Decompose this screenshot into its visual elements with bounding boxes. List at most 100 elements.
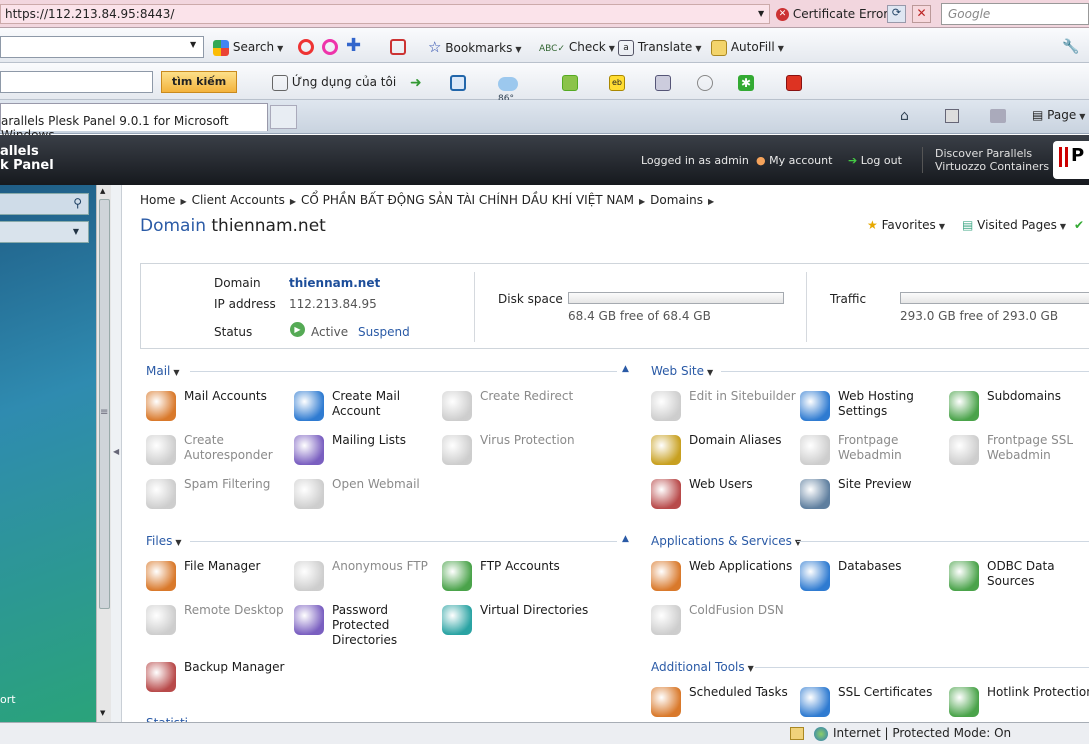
mail-accounts-item[interactable]: Mail Accounts [146, 389, 296, 429]
collapse-files-icon[interactable]: ▲ [622, 534, 629, 544]
home-icon[interactable]: ⌂ [900, 108, 909, 124]
web-applications-item[interactable]: Web Applications [651, 559, 801, 599]
favorites-label: Favorites [881, 218, 936, 232]
nav-search-input[interactable]: ⚲ [0, 193, 89, 215]
refresh-icon[interactable]: ⟳ [887, 5, 906, 23]
web-users-item[interactable]: Web Users [651, 477, 801, 517]
mailing-lists-item[interactable]: Mailing Lists [294, 433, 444, 473]
ebay-icon[interactable]: eb [609, 75, 625, 91]
hotlink-protection-item[interactable]: Hotlink Protection [949, 685, 1089, 725]
info-divider-2 [806, 272, 807, 342]
games-icon[interactable] [562, 75, 578, 91]
domain-aliases-item[interactable]: Domain Aliases [651, 433, 801, 473]
arrow-icon[interactable]: ➜ [410, 75, 426, 91]
security-lock-icon[interactable] [790, 727, 804, 740]
suspend-link[interactable]: Suspend [358, 325, 410, 339]
bookmarks-button[interactable]: ☆ Bookmarks ▼ [428, 39, 521, 58]
odbc-data-sources-item[interactable]: ODBC Data Sources [949, 559, 1089, 599]
print-icon[interactable] [990, 109, 1006, 123]
dice-icon[interactable] [786, 75, 802, 91]
toolbar-search-field[interactable] [0, 36, 204, 58]
toolbar-search-button[interactable]: Search ▼ [213, 39, 283, 57]
breadcrumb-client[interactable]: CỔ PHẦN BẤT ĐỘNG SẢN TÀI CHÍNH DẦU KHÍ V… [301, 193, 634, 207]
web-hosting-settings-icon [800, 391, 830, 421]
weather-icon[interactable]: 86° [498, 71, 532, 104]
databases-item[interactable]: Databases [800, 559, 950, 599]
create-mail-account-item[interactable]: Create Mail Account [294, 389, 444, 429]
scheduled-tasks-item[interactable]: Scheduled Tasks [651, 685, 801, 725]
status-value: Active [311, 325, 349, 339]
search-engine-input[interactable]: Google [941, 3, 1089, 25]
section-tools-toggle[interactable]: Additional Tools ▼ [651, 660, 754, 674]
vn-search-button[interactable]: tìm kiếm [161, 71, 237, 93]
web-users-icon [651, 479, 681, 509]
hotlink-protection-icon [949, 687, 979, 717]
section-mail-divider [190, 371, 617, 372]
my-account-link[interactable]: ● My account [756, 154, 832, 167]
coldfusion-dsn-label: ColdFusion DSN [689, 603, 784, 617]
web-hosting-settings-label: Web Hosting Settings [838, 389, 914, 418]
favorites-button[interactable]: ★ Favorites ▼ [867, 218, 945, 232]
subdomains-item[interactable]: Subdomains [949, 389, 1089, 429]
plus-icon[interactable]: ✚ [346, 37, 362, 55]
browser-tab-plesk[interactable]: arallels Plesk Panel 9.0.1 for Microsoft… [0, 103, 268, 142]
translate-button[interactable]: a Translate ▼ [618, 39, 701, 57]
section-files-toggle[interactable]: Files ▼ [146, 534, 182, 548]
discover-link[interactable]: Discover Parallels Virtuozzo Containers [935, 147, 1049, 173]
vn-search-input[interactable] [0, 71, 153, 93]
section-website-toggle[interactable]: Web Site ▼ [651, 364, 713, 378]
chevron-down-icon: ▼ [72, 227, 79, 236]
file-manager-item[interactable]: File Manager [146, 559, 296, 599]
section-mail-toggle[interactable]: Mail ▼ [146, 364, 180, 378]
puzzle-icon[interactable]: ✱ [738, 75, 754, 91]
password-protected-directories-item[interactable]: Password Protected Directories [294, 603, 444, 647]
feeds-icon[interactable] [945, 109, 959, 123]
nav-scrollbar[interactable]: ▲ ▼ [96, 185, 111, 722]
breadcrumb-client-accounts[interactable]: Client Accounts [192, 193, 285, 207]
shield-icon[interactable] [655, 75, 671, 91]
smiley-icon[interactable] [697, 75, 713, 91]
breadcrumb-domains[interactable]: Domains [650, 193, 703, 207]
web-hosting-settings-item[interactable]: Web Hosting Settings [800, 389, 950, 429]
virtual-directories-item[interactable]: Virtual Directories [442, 603, 592, 643]
stop-icon[interactable]: ✕ [912, 5, 931, 23]
autofill-button[interactable]: AutoFill ▼ [711, 39, 784, 57]
ssl-certificates-item[interactable]: SSL Certificates [800, 685, 950, 725]
logout-arrow-icon: ➔ [848, 154, 858, 167]
breadcrumb-home[interactable]: Home [140, 193, 175, 207]
mail-icon[interactable] [450, 75, 466, 91]
panel-splitter[interactable]: ◀ ≡ [100, 185, 122, 722]
log-out-link[interactable]: ➔ Log out [848, 154, 902, 167]
backup-manager-item[interactable]: Backup Manager [146, 660, 296, 700]
new-tab-button[interactable] [270, 105, 297, 129]
scrollbar-thumb[interactable] [99, 199, 110, 609]
frontpage-webadmin-item: Frontpage Webadmin [800, 433, 950, 473]
apps-icon [272, 74, 288, 91]
site-preview-item[interactable]: Site Preview [800, 477, 950, 517]
domain-value-link[interactable]: thiennam.net [289, 276, 380, 290]
pin-icon[interactable]: ✔ [1074, 218, 1084, 232]
ftp-accounts-item[interactable]: FTP Accounts [442, 559, 592, 599]
search-field-dropdown-icon[interactable]: ▼ [190, 40, 196, 49]
spell-icon[interactable] [322, 39, 338, 55]
popup-blocker-icon[interactable] [390, 39, 406, 55]
url-dropdown-icon[interactable]: ▼ [758, 9, 764, 18]
collapse-mail-icon[interactable]: ▲ [622, 364, 629, 374]
check-button[interactable]: ABC✓ Check ▼ [539, 39, 615, 57]
highlight-icon[interactable] [298, 39, 314, 55]
certificate-error-button[interactable]: ✕ Certificate Error [776, 4, 888, 24]
url-field[interactable]: https://112.213.84.95:8443/ [0, 4, 770, 24]
nav-select[interactable]: ▼ [0, 221, 89, 243]
disk-space-bar [568, 292, 784, 304]
odbc-data-sources-icon [949, 561, 979, 591]
visited-pages-button[interactable]: ▤ Visited Pages ▼ [962, 218, 1066, 232]
my-apps-button[interactable]: Ứng dụng của tôi [272, 74, 396, 91]
file-manager-icon [146, 561, 176, 591]
translate-label: Translate [637, 40, 693, 54]
nav-support-link[interactable]: ort [0, 693, 16, 706]
search-icon[interactable]: ⚲ [73, 196, 82, 210]
wrench-icon[interactable]: 🔧 [1062, 39, 1079, 55]
open-webmail-item: Open Webmail [294, 477, 444, 517]
section-apps-toggle[interactable]: Applications & Services ▼ [651, 534, 801, 548]
page-menu[interactable]: ▤ Page ▼ [1032, 108, 1085, 122]
